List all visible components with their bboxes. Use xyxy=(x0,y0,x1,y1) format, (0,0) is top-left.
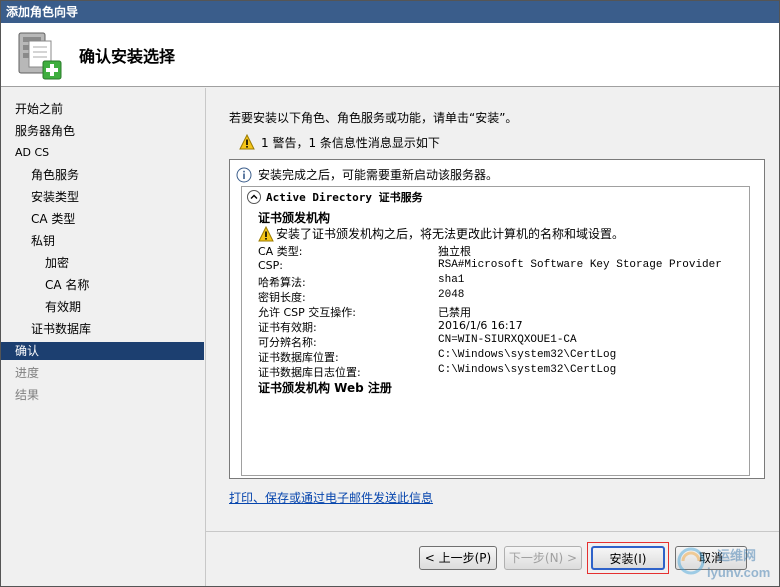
window-title: 添加角色向导 xyxy=(1,1,779,23)
sidebar-item-validity-period[interactable]: 有效期 xyxy=(1,298,204,316)
detail-value: 2016/1/6 16:17 xyxy=(438,319,523,332)
detail-value: CN=WIN-SIURXQXOUE1-CA xyxy=(438,334,577,346)
detail-label: 哈希算法: xyxy=(258,276,306,289)
watermark-text-cn: 运维网 xyxy=(717,549,757,564)
wizard-steps-sidebar: 开始之前 服务器角色 AD CS 角色服务 安装类型 CA 类型 私钥 加密 C… xyxy=(1,88,206,586)
detail-label: 允许 CSP 交互操作: xyxy=(258,306,356,319)
detail-value: 独立根 xyxy=(438,245,471,258)
sidebar-item-ca-name[interactable]: CA 名称 xyxy=(1,276,204,294)
subsection-web-enrollment: 证书颁发机构 Web 注册 xyxy=(258,381,392,395)
detail-value: 已禁用 xyxy=(438,306,471,319)
detail-value: C:\Windows\system32\CertLog xyxy=(438,349,617,361)
ca-warning-text: 安装了证书颁发机构之后，将无法更改此计算机的名称和域设置。 xyxy=(276,227,625,241)
previous-button[interactable]: < 上一步(P) xyxy=(419,546,497,570)
ca-warning: 安装了证书颁发机构之后，将无法更改此计算机的名称和域设置。 xyxy=(258,225,624,242)
details-scroll-area[interactable]: Active Directory 证书服务 证书颁发机构 安装了证书颁发机构之后… xyxy=(241,186,750,476)
subsection-ca: 证书颁发机构 xyxy=(258,211,331,225)
detail-label: 证书数据库位置: xyxy=(258,351,339,364)
sidebar-item-ad-cs[interactable]: AD CS xyxy=(1,144,204,162)
wizard-banner: 确认安装选择 xyxy=(1,23,779,87)
sidebar-item-results: 结果 xyxy=(15,388,40,402)
section-header-adcs[interactable]: Active Directory 证书服务 xyxy=(246,189,423,205)
next-button[interactable]: 下一步(N) > xyxy=(504,546,582,570)
warning-summary: 1 警告，1 条信息性消息显示如下 xyxy=(239,133,440,151)
info-icon xyxy=(236,167,252,182)
sidebar-item-progress: 进度 xyxy=(15,366,40,380)
main-content: 若要安装以下角色、角色服务或功能，请单击“安装”。 1 警告，1 条信息性消息显… xyxy=(213,93,775,533)
detail-label: 证书数据库日志位置: xyxy=(258,366,361,379)
warning-icon xyxy=(258,225,274,241)
print-save-email-link[interactable]: 打印、保存或通过电子邮件发送此信息 xyxy=(229,489,433,506)
watermark-logo-icon xyxy=(677,547,705,575)
warning-summary-text: 1 警告，1 条信息性消息显示如下 xyxy=(261,135,440,150)
sidebar-item-role-services[interactable]: 角色服务 xyxy=(1,166,204,184)
detail-label: CA 类型: xyxy=(258,245,303,258)
collapse-chevron-icon[interactable] xyxy=(246,189,262,205)
section-title: Active Directory 证书服务 xyxy=(266,191,423,204)
detail-label: 证书有效期: xyxy=(258,321,317,334)
sidebar-item-ca-type[interactable]: CA 类型 xyxy=(1,210,204,228)
detail-value: RSA#Microsoft Software Key Storage Provi… xyxy=(438,259,722,271)
footer-divider xyxy=(206,531,779,532)
intro-text: 若要安装以下角色、角色服务或功能，请单击“安装”。 xyxy=(229,111,518,125)
sidebar-item-setup-type[interactable]: 安装类型 xyxy=(1,188,204,206)
detail-value: 2048 xyxy=(438,289,465,301)
warning-icon xyxy=(239,134,255,150)
server-add-icon xyxy=(18,32,62,80)
watermark-text-url: iyunv.com xyxy=(707,565,771,580)
detail-value: C:\Windows\system32\CertLog xyxy=(438,364,617,376)
sidebar-item-cryptography[interactable]: 加密 xyxy=(1,254,204,272)
info-message: 安装完成之后，可能需要重新启动该服务器。 xyxy=(236,166,498,183)
detail-label: 可分辨名称: xyxy=(258,336,317,349)
detail-value: sha1 xyxy=(438,274,465,286)
sidebar-item-certificate-database[interactable]: 证书数据库 xyxy=(1,320,204,338)
install-button[interactable]: 安装(I) xyxy=(591,546,665,570)
watermark: 运维网 iyunv.com xyxy=(677,543,777,585)
sidebar-divider xyxy=(205,88,206,586)
add-roles-wizard-window: 添加角色向导 确认安装选择 开始之前 服务器角色 AD CS 角色服务 安装类型… xyxy=(0,0,780,587)
sidebar-item-confirmation[interactable]: 确认 xyxy=(1,342,204,360)
detail-label: 密钥长度: xyxy=(258,291,306,304)
sidebar-item-private-key[interactable]: 私钥 xyxy=(1,232,204,250)
page-title: 确认安装选择 xyxy=(79,47,176,66)
info-message-text: 安装完成之后，可能需要重新启动该服务器。 xyxy=(258,168,499,182)
sidebar-item-before-you-begin[interactable]: 开始之前 xyxy=(1,100,204,118)
detail-label: CSP: xyxy=(258,259,284,272)
sidebar-item-server-roles[interactable]: 服务器角色 xyxy=(1,122,204,140)
details-panel: 安装完成之后，可能需要重新启动该服务器。 Active Directory 证书… xyxy=(229,159,765,479)
